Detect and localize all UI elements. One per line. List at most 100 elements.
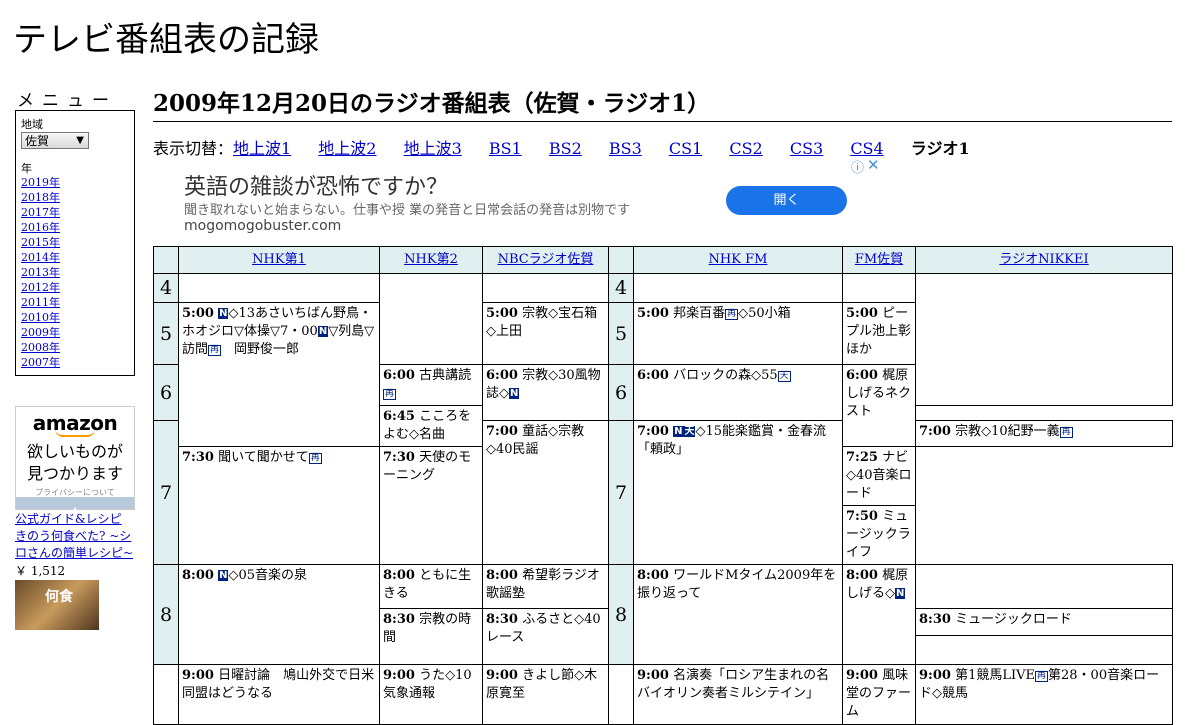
banner-ad-body: 聞き取れないと始まらない。仕事や授 業の発音と日常会話の発音は別物です [184, 203, 631, 218]
region-select-value: 佐賀 [25, 134, 50, 148]
channel-switcher: 表示切替：地上波1 地上波2 地上波3 BS1 BS2 BS3 CS1 CS2 … [153, 135, 992, 159]
program-cell[interactable]: 6:00 古典講読再 [379, 364, 483, 406]
rerun-badge: 再 [308, 453, 322, 464]
program-cell[interactable]: 7:25 ナビ◇40音楽ロード [842, 446, 916, 506]
year-label: 年 [21, 162, 32, 175]
program-cell[interactable]: 9:00 日曜討論 鳩山外交で日米同盟はどうなる [178, 664, 380, 725]
banner-ad-open-button[interactable]: 開く [726, 186, 847, 215]
tab-cs2[interactable]: CS2 [729, 139, 762, 158]
book-cover-text: 何食 [45, 589, 73, 605]
channel-link-nhk1[interactable]: NHK第1 [252, 252, 306, 267]
channel-link-nhkfm[interactable]: NHK FM [709, 252, 768, 267]
empty-slot [178, 273, 380, 303]
year-link-2016[interactable]: 2016年 [21, 221, 60, 234]
amazon-ad-bar: ▲ [16, 497, 134, 514]
close-icon[interactable]: ✕ [867, 156, 880, 174]
program-cell[interactable]: 8:30 ふるさと◇40レース [482, 608, 609, 665]
program-cell[interactable]: 8:30 ミュージックロード [915, 608, 1173, 636]
news-badge: N [509, 388, 520, 399]
book-cover-image[interactable]: 何食 [15, 580, 99, 630]
tab-terrestrial-2[interactable]: 地上波2 [318, 139, 376, 158]
tab-bs1[interactable]: BS1 [489, 139, 522, 158]
year-link-2017[interactable]: 2017年 [21, 206, 60, 219]
hour-cell: 5 [153, 302, 179, 365]
region-select[interactable]: 佐賀 ▼ [21, 132, 89, 149]
news-badge: N [218, 570, 229, 581]
book-link[interactable]: 公式ガイド&レシピ きのう何食べた? ~シロさんの簡単レシピ~ [15, 511, 135, 562]
tab-bs2[interactable]: BS2 [549, 139, 582, 158]
empty-slot [482, 273, 609, 303]
program-cell[interactable]: 9:00 きよし節◇木原寛至 [482, 664, 609, 725]
program-cell[interactable]: 5:00 N◇13あさいちばん野鳥・ホオジロ▽体操▽7・00N▽列島▽訪問再 岡… [178, 302, 380, 447]
rerun-badge: 再 [1035, 671, 1049, 682]
program-cell[interactable]: 9:00 名演奏「ロシア生まれの名バイオリン奏者ミルシテイン」 [633, 664, 843, 725]
banner-ad[interactable]: 英語の雑談が恐怖ですか？ 聞き取れないと始まらない。仕事や授 業の発音と日常会話… [153, 156, 881, 247]
banner-ad-headline: 英語の雑談が恐怖ですか？ [184, 175, 449, 200]
tab-terrestrial-1[interactable]: 地上波1 [233, 139, 291, 158]
rerun-badge: 再 [383, 389, 397, 400]
tab-terrestrial-3[interactable]: 地上波3 [404, 139, 462, 158]
program-cell[interactable]: 5:00 邦楽百番再 ◇50小箱 [633, 302, 843, 365]
program-cell[interactable]: 6:45 こころをよむ◇名曲 [379, 405, 483, 447]
program-cell[interactable]: 7:00 童話◇宗教◇40民謡 [482, 420, 609, 565]
program-cell[interactable]: 8:00 ともに生きる [379, 564, 483, 609]
year-link-2012[interactable]: 2012年 [21, 281, 60, 294]
program-cell[interactable]: 6:00 梶原しげるネクスト [842, 364, 916, 447]
year-link-2014[interactable]: 2014年 [21, 251, 60, 264]
channel-header-nhk2: NHK第2 [379, 246, 483, 274]
switch-label: 表示切替： [153, 139, 234, 158]
corner-cell [153, 246, 179, 274]
program-cell[interactable]: 7:50 ミュージックライフ [842, 505, 916, 565]
page-title: 2009年12月20日のラジオ番組表（佐賀・ラジオ1） [153, 84, 1172, 122]
year-link-2010[interactable]: 2010年 [21, 311, 60, 324]
program-cell[interactable]: 8:00 希望彰ラジオ歌謡塾 [482, 564, 609, 609]
empty-slot [915, 273, 1173, 406]
news-badge: N [673, 426, 684, 437]
year-link-2018[interactable]: 2018年 [21, 191, 60, 204]
hour-cell [153, 664, 179, 725]
hour-cell: 4 [153, 273, 179, 303]
year-link-2009[interactable]: 2009年 [21, 326, 60, 339]
tab-cs3[interactable]: CS3 [790, 139, 823, 158]
program-cell[interactable]: 6:00 バロックの森◇55 天 [633, 364, 843, 421]
year-link-2015[interactable]: 2015年 [21, 236, 60, 249]
year-link-2011[interactable]: 2011年 [21, 296, 60, 309]
year-link-2008[interactable]: 2008年 [21, 341, 60, 354]
program-cell[interactable]: 8:30 宗教の時間 [379, 608, 483, 665]
program-cell[interactable]: 7:00 宗教◇10紀野一義再 [915, 420, 1173, 447]
empty-slot [633, 273, 843, 303]
program-cell[interactable]: 7:30 天使のモーニング [379, 446, 483, 565]
hour-cell: 6 [153, 364, 179, 421]
program-cell[interactable]: 8:00 梶原しげる◇N [842, 564, 916, 665]
info-icon[interactable]: ⓘ [851, 157, 864, 176]
tab-cs1[interactable]: CS1 [669, 139, 702, 158]
program-cell[interactable]: 8:00 N◇05音楽の泉 [178, 564, 380, 665]
channel-link-nikkei[interactable]: ラジオNIKKEI [999, 252, 1088, 267]
program-cell[interactable]: 7:30 聞いて聞かせて再 [178, 446, 380, 565]
hour-cell: 7 [608, 420, 634, 565]
menu-panel: 地域 佐賀 ▼ 年 2019年 2018年 2017年 2016年 2015年 … [15, 110, 135, 376]
program-cell[interactable]: 5:00 宗教◇宝石箱◇上田 [482, 302, 609, 365]
news-badge: N [317, 326, 329, 337]
channel-link-nhk2[interactable]: NHK第2 [404, 252, 458, 267]
program-cell[interactable]: 9:00 風味堂のファーム [842, 664, 916, 725]
hour-cell: 8 [153, 564, 179, 665]
rerun-badge: 再 [1059, 427, 1073, 438]
year-link-2013[interactable]: 2013年 [21, 266, 60, 279]
program-cell[interactable]: 5:00 ピープル池上彰ほか [842, 302, 916, 365]
empty-slot [915, 564, 1173, 609]
program-cell[interactable]: 6:00 宗教◇30風物誌◇N [482, 364, 609, 421]
tab-bs3[interactable]: BS3 [609, 139, 642, 158]
banner-ad-domain: mogomogobuster.com [184, 218, 342, 234]
news-badge: N [895, 588, 906, 599]
program-cell[interactable]: 9:00 うた◇10気象通報 [379, 664, 483, 725]
radio-schedule-table: NHK第1 NHK第2 NBCラジオ佐賀 NHK FM FM佐賀 ラジオNIKK… [153, 246, 1173, 725]
channel-link-fmsaga[interactable]: FM佐賀 [855, 252, 903, 267]
program-cell[interactable]: 7:00 N 天◇15能楽鑑賞・金春流「頼政」 [633, 420, 843, 565]
amazon-ad[interactable]: amazon 欲しいものが 見つかります プライバシーについて ▲ [15, 406, 135, 514]
program-cell[interactable]: 9:00 第1競馬LIVE 再第28・00音楽ロード◇競馬 [915, 664, 1173, 725]
channel-link-nbc[interactable]: NBCラジオ佐賀 [498, 252, 594, 267]
year-link-2019[interactable]: 2019年 [21, 176, 60, 189]
year-link-2007[interactable]: 2007年 [21, 356, 60, 369]
program-cell[interactable]: 8:00 ワールドMタイム2009年を振り返って [633, 564, 843, 665]
